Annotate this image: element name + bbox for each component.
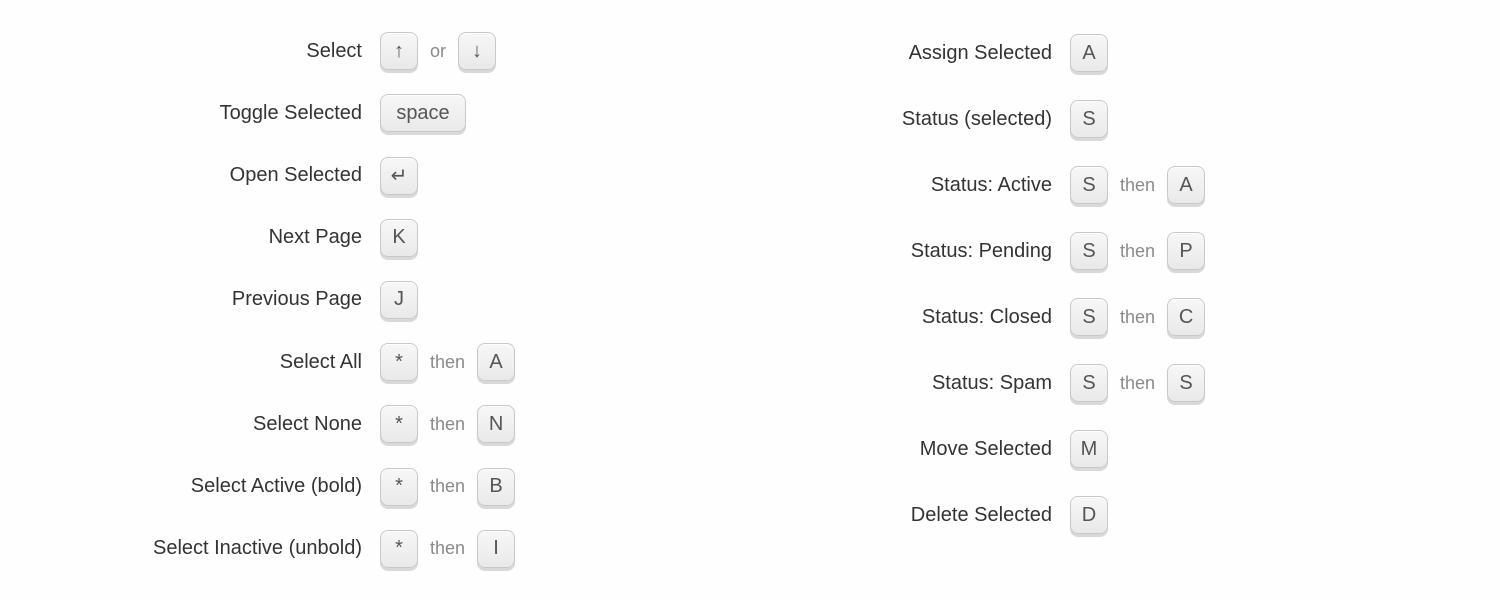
shortcut-keys: J [380,281,418,319]
shortcut-label: Select Active (bold) [60,475,380,498]
shortcut-keys: * then I [380,530,515,568]
key-P: P [1167,232,1205,270]
key-S: S [1070,100,1108,138]
shortcut-keys: K [380,219,418,257]
shortcut-column-left: Select↑or↓Toggle SelectedspaceOpen Selec… [60,20,750,580]
key-S: S [1070,166,1108,204]
shortcut-label: Next Page [60,226,380,249]
key-C: C [1167,298,1205,336]
shortcut-row: Select Active (bold)* then B [60,456,750,518]
shortcut-row: Next PageK [60,207,750,269]
key-star: * [380,405,418,443]
shortcut-row: Status: PendingSthen P [750,218,1440,284]
key-connector: then [1120,175,1155,196]
shortcut-label: Select None [60,413,380,436]
key-S: S [1070,232,1108,270]
shortcut-label: Status: Spam [750,372,1070,395]
shortcut-row: Toggle Selectedspace [60,82,750,144]
shortcut-row: Status (selected)S [750,86,1440,152]
shortcut-keys: D [1070,496,1108,534]
key-A: A [477,343,515,381]
shortcut-row: Status: SpamSthenS [750,350,1440,416]
shortcut-row: Move SelectedM [750,416,1440,482]
shortcut-label: Move Selected [750,438,1070,461]
shortcut-row: Select Inactive (unbold)* then I [60,518,750,580]
shortcut-row: Assign SelectedA [750,20,1440,86]
shortcut-row: Select↑ or ↓ [60,20,750,82]
key-star: * [380,530,418,568]
key-arrow_down: ↓ [458,32,496,70]
shortcut-label: Previous Page [60,288,380,311]
key-S: S [1167,364,1205,402]
shortcut-keys: ↑ or ↓ [380,32,496,70]
shortcut-columns: Select↑or↓Toggle SelectedspaceOpen Selec… [0,0,1500,600]
shortcut-label: Select [60,40,380,63]
key-connector: then [1120,373,1155,394]
shortcut-label: Status: Pending [750,240,1070,263]
shortcut-label: Status: Closed [750,306,1070,329]
key-connector: or [430,41,446,62]
shortcut-row: Open Selected↵ [60,144,750,206]
shortcut-label: Open Selected [60,164,380,187]
shortcut-keys: * then N [380,405,515,443]
key-B: B [477,468,515,506]
shortcut-keys: Sthen S [1070,364,1205,402]
key-star: * [380,468,418,506]
key-enter: ↵ [380,157,418,195]
key-S: S [1070,298,1108,336]
key-connector: then [430,538,465,559]
shortcut-row: Status: ActiveSthen A [750,152,1440,218]
shortcut-keys: Sthen P [1070,232,1205,270]
shortcut-row: Select None* then N [60,393,750,455]
shortcut-keys: space [380,94,466,132]
key-arrow_up: ↑ [380,32,418,70]
shortcut-row: Delete SelectedD [750,482,1440,548]
key-star: * [380,343,418,381]
key-connector: then [430,352,465,373]
key-N: N [477,405,515,443]
key-A: A [1167,166,1205,204]
shortcut-column-right: Assign SelectedAStatus (selected)SStatus… [750,20,1440,580]
shortcut-keys: S [1070,100,1108,138]
shortcut-keys: Sthen C [1070,298,1205,336]
shortcut-label: Assign Selected [750,42,1070,65]
key-space: space [380,94,466,132]
shortcut-keys: * then A [380,343,515,381]
shortcut-label: Toggle Selected [60,102,380,125]
shortcut-label: Status: Active [750,174,1070,197]
key-connector: then [1120,241,1155,262]
shortcut-keys: Sthen A [1070,166,1205,204]
key-J: J [380,281,418,319]
key-D: D [1070,496,1108,534]
shortcut-label: Select All [60,351,380,374]
key-A: A [1070,34,1108,72]
shortcut-row: Select All* then A [60,331,750,393]
shortcut-keys: A [1070,34,1108,72]
key-connector: then [1120,307,1155,328]
shortcut-row: Previous PageJ [60,269,750,331]
key-K: K [380,219,418,257]
shortcut-label: Delete Selected [750,504,1070,527]
shortcut-row: Status: ClosedSthen C [750,284,1440,350]
key-connector: then [430,414,465,435]
shortcut-label: Status (selected) [750,108,1070,131]
shortcut-keys: ↵ [380,157,418,195]
shortcut-keys: M [1070,430,1108,468]
key-I: I [477,530,515,568]
key-connector: then [430,476,465,497]
shortcut-keys: * then B [380,468,515,506]
shortcut-label: Select Inactive (unbold) [60,537,380,560]
key-S: S [1070,364,1108,402]
key-M: M [1070,430,1108,468]
